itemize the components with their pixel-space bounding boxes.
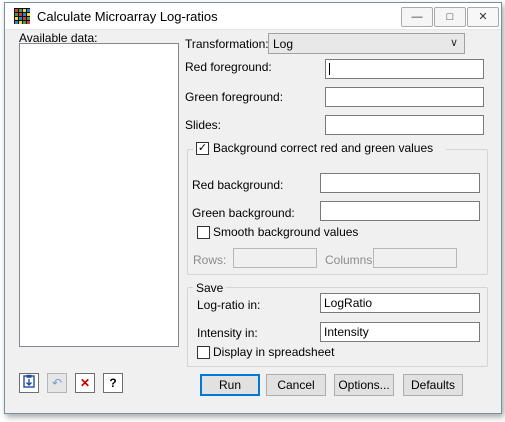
- minimize-button[interactable]: —: [401, 7, 433, 27]
- title-bar[interactable]: Calculate Microarray Log-ratios — □ ✕: [5, 3, 501, 30]
- green-foreground-label: Green foreground:: [185, 90, 284, 104]
- available-data-list[interactable]: [19, 43, 179, 347]
- delete-icon[interactable]: ✕: [75, 373, 95, 393]
- app-icon: [14, 8, 30, 24]
- close-button[interactable]: ✕: [467, 7, 499, 27]
- smooth-background-label: Smooth background values: [213, 225, 359, 239]
- columns-label: Columns:: [325, 253, 376, 267]
- options-button[interactable]: Options...: [334, 374, 394, 396]
- rows-label: Rows:: [193, 253, 227, 267]
- slides-label: Slides:: [185, 118, 222, 132]
- transformation-value: Log: [273, 37, 294, 51]
- maximize-button[interactable]: □: [434, 7, 466, 27]
- run-button[interactable]: Run: [200, 374, 260, 396]
- red-background-input[interactable]: [320, 173, 480, 193]
- intensity-label: Intensity in:: [197, 326, 258, 340]
- transformation-label: Transformation:: [185, 37, 269, 51]
- rows-input[interactable]: [233, 248, 317, 268]
- logratio-input[interactable]: LogRatio: [320, 293, 480, 313]
- background-correct-checkbox[interactable]: ✓: [196, 142, 209, 155]
- green-background-input[interactable]: [320, 201, 480, 221]
- slides-input[interactable]: [325, 115, 484, 135]
- transformation-select[interactable]: Log ∨: [268, 33, 465, 54]
- display-spreadsheet-label: Display in spreadsheet: [213, 345, 335, 359]
- red-background-label: Red background:: [192, 178, 284, 192]
- background-correct-label: Background correct red and green values: [213, 141, 434, 155]
- copy-to-clipboard-button[interactable]: [19, 373, 39, 393]
- green-foreground-input[interactable]: [325, 87, 484, 107]
- defaults-button[interactable]: Defaults: [403, 374, 463, 396]
- red-foreground-input[interactable]: [325, 59, 484, 79]
- red-foreground-label: Red foreground:: [185, 60, 272, 74]
- columns-input[interactable]: [373, 248, 457, 268]
- chevron-down-icon: ∨: [449, 37, 458, 49]
- background-checkbox-row[interactable]: ✓ Background correct red and green value…: [193, 141, 446, 157]
- help-button[interactable]: ?: [103, 373, 123, 393]
- intensity-input[interactable]: Intensity: [320, 322, 480, 342]
- smooth-background-checkbox[interactable]: [197, 226, 210, 239]
- clipboard-icon: [23, 374, 35, 388]
- green-background-label: Green background:: [192, 206, 295, 220]
- text-caret: [329, 63, 330, 75]
- save-group-legend: Save: [193, 281, 227, 295]
- display-spreadsheet-checkbox[interactable]: [197, 346, 210, 359]
- window-title: Calculate Microarray Log-ratios: [37, 9, 218, 24]
- logratio-label: Log-ratio in:: [197, 298, 261, 312]
- undo-button[interactable]: ↶: [47, 373, 67, 393]
- cancel-button[interactable]: Cancel: [266, 374, 326, 396]
- dialog-window: Calculate Microarray Log-ratios — □ ✕ Av…: [4, 2, 502, 414]
